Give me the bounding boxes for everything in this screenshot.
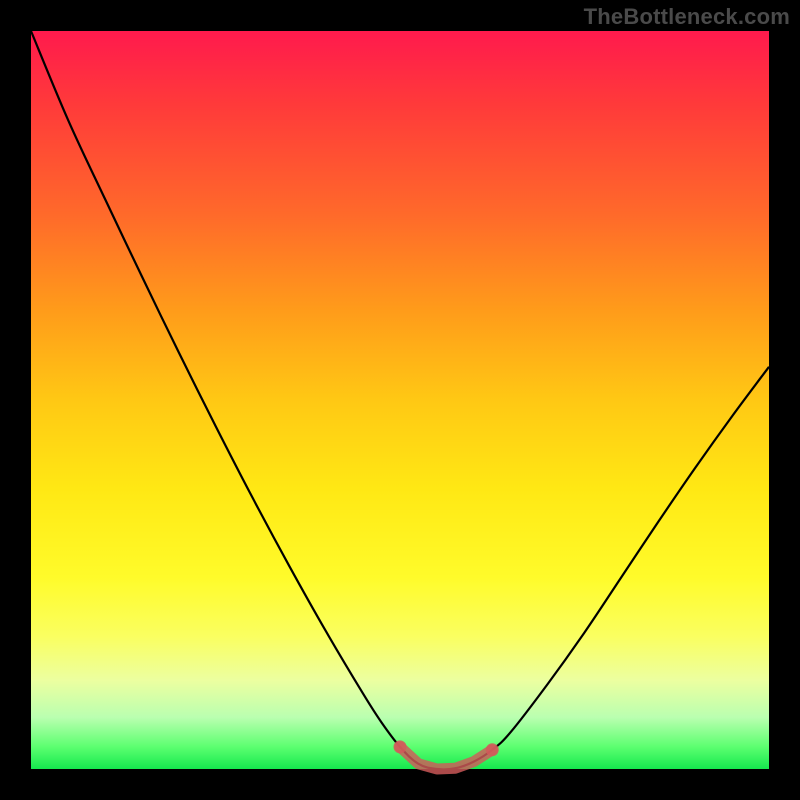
curve-path — [31, 31, 769, 769]
bottleneck-chart: TheBottleneck.com — [0, 0, 800, 800]
curve-svg — [31, 31, 769, 769]
watermark-text: TheBottleneck.com — [584, 4, 790, 30]
plot-area — [31, 31, 769, 769]
highlight-path — [400, 747, 492, 769]
